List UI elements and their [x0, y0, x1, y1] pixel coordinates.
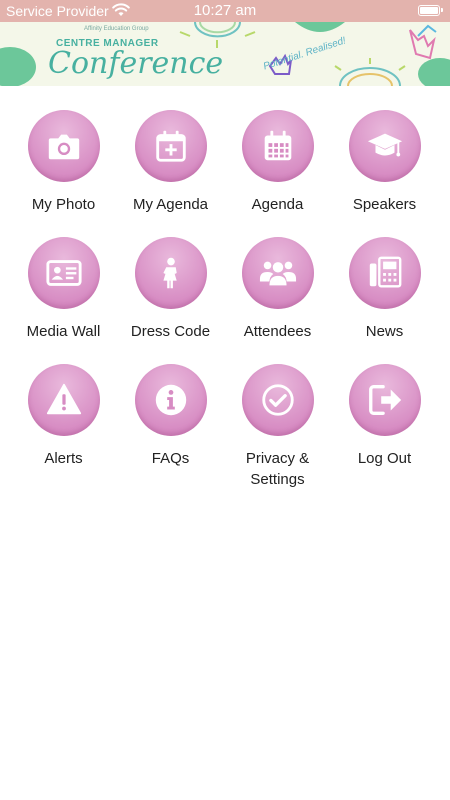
camera-icon — [48, 134, 79, 160]
menu-item-alerts[interactable]: Alerts — [10, 364, 117, 469]
menu-item-media-wall[interactable]: Media Wall — [10, 237, 117, 342]
menu-item-label: Agenda — [251, 196, 304, 213]
calendar-plus-icon — [155, 130, 186, 162]
alerts-button[interactable] — [27, 364, 100, 436]
menu-item-label: Privacy & Settings — [245, 450, 310, 488]
menu-item-attendees[interactable]: Attendees — [224, 237, 331, 342]
menu-item-privacy-settings[interactable]: Privacy & Settings — [224, 364, 331, 490]
graduation-cap-icon — [367, 133, 402, 157]
logout-icon — [368, 385, 401, 415]
menu-item-agenda[interactable]: Agenda — [224, 110, 331, 215]
status-bar: Service Provider 10:27 am — [0, 0, 450, 22]
agenda-button[interactable] — [241, 110, 314, 182]
attendees-button[interactable] — [241, 237, 314, 309]
org-name: Affinity Education Group — [84, 26, 149, 32]
info-icon — [155, 384, 186, 416]
menu-item-label: Speakers — [352, 196, 417, 213]
calendar-icon — [264, 130, 291, 161]
menu-item-my-agenda[interactable]: My Agenda — [117, 110, 224, 215]
battery-icon — [418, 5, 443, 16]
menu-item-label: Attendees — [243, 323, 312, 340]
menu-item-label: News — [365, 323, 404, 340]
faqs-button[interactable] — [134, 364, 207, 436]
my-agenda-button[interactable] — [134, 110, 207, 182]
clock: 10:27 am — [193, 2, 257, 19]
menu-item-label: Alerts — [44, 450, 83, 467]
banner-title: Conference — [48, 46, 224, 81]
privacy-settings-button[interactable] — [241, 364, 314, 436]
menu-item-faqs[interactable]: FAQs — [117, 364, 224, 469]
speakers-button[interactable] — [348, 110, 421, 182]
conference-banner: Affinity Education Group CENTRE MANAGER … — [0, 22, 450, 86]
people-group-icon — [259, 261, 296, 286]
check-circle-icon — [261, 384, 294, 416]
menu-item-label: Dress Code — [130, 323, 211, 340]
menu-item-speakers[interactable]: Speakers — [331, 110, 438, 215]
menu-item-label: Log Out — [357, 450, 412, 467]
media-wall-button[interactable] — [27, 237, 100, 309]
fax-icon — [369, 256, 401, 288]
id-card-icon — [45, 260, 82, 286]
news-button[interactable] — [348, 237, 421, 309]
log-out-button[interactable] — [348, 364, 421, 436]
person-dress-icon — [162, 257, 177, 289]
my-photo-button[interactable] — [27, 110, 100, 182]
menu-item-label: FAQs — [151, 450, 190, 467]
menu-item-label: My Agenda — [132, 196, 209, 213]
menu-item-dress-code[interactable]: Dress Code — [117, 237, 224, 342]
menu-item-label: My Photo — [31, 196, 96, 213]
menu-item-log-out[interactable]: Log Out — [331, 364, 438, 469]
menu-item-my-photo[interactable]: My Photo — [10, 110, 117, 215]
warning-icon — [46, 383, 81, 415]
dress-code-button[interactable] — [134, 237, 207, 309]
menu-item-news[interactable]: News — [331, 237, 438, 342]
menu-item-label: Media Wall — [26, 323, 101, 340]
